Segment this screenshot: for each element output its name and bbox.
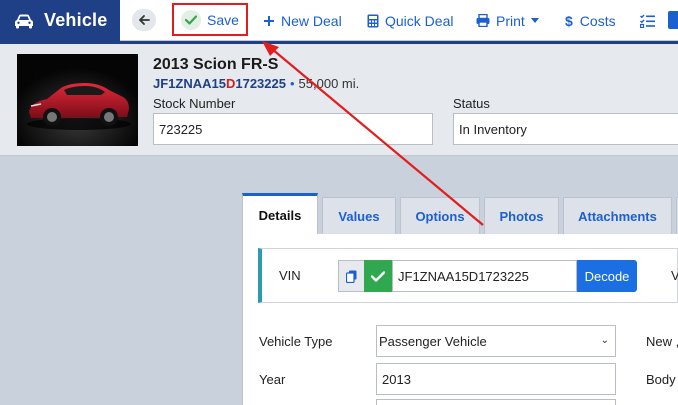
- car-photo-image: [17, 54, 138, 146]
- dollar-icon: $: [565, 12, 573, 29]
- tab-photos[interactable]: Photos: [484, 197, 559, 235]
- new-label: New ,: [646, 334, 678, 349]
- copy-icon: [346, 270, 357, 283]
- brand-header: Vehicle: [0, 0, 120, 41]
- arrow-left-icon: [139, 15, 150, 25]
- vehicle-vin-link[interactable]: JF1ZNAA15D1723225: [153, 76, 286, 91]
- tab-attachments[interactable]: Attachments: [563, 197, 672, 235]
- vehicle-subtitle: JF1ZNAA15D1723225 • 55,000 mi.: [153, 76, 359, 91]
- vehicle-tabs: Details Values Options Photos Attachment…: [242, 193, 678, 235]
- vehicle-header: 2013 Scion FR-S JF1ZNAA15D1723225 • 55,000…: [0, 44, 678, 156]
- body-label: Body: [646, 372, 676, 387]
- new-deal-label: New Deal: [281, 12, 342, 29]
- vehicle-photo[interactable]: [17, 54, 138, 146]
- car-icon: [15, 14, 33, 28]
- stock-number-label: Stock Number: [153, 96, 236, 111]
- costs-label: Costs: [579, 12, 616, 29]
- check-icon: [371, 270, 385, 282]
- tab-values[interactable]: Values: [322, 197, 396, 235]
- chevron-down-icon: ⌄: [600, 335, 609, 346]
- vin-valid-indicator[interactable]: [364, 260, 392, 292]
- plus-icon: [264, 15, 274, 26]
- next-field-input[interactable]: [376, 399, 616, 405]
- vin-input[interactable]: JF1ZNAA15D1723225: [392, 260, 577, 292]
- status-label: Status: [453, 96, 490, 111]
- checklist-button[interactable]: [640, 0, 662, 41]
- back-button[interactable]: [132, 9, 156, 31]
- copy-button[interactable]: [338, 260, 364, 292]
- vin-highlight: D: [225, 76, 236, 91]
- vehicle-title: 2013 Scion FR-S: [153, 56, 279, 73]
- calculator-icon: [367, 14, 379, 27]
- overflow-icon[interactable]: [668, 11, 678, 29]
- vin-label: VIN: [279, 268, 301, 283]
- vehicle-type-label: Vehicle Type: [259, 334, 333, 349]
- decode-button[interactable]: Decode: [577, 260, 637, 292]
- vehicle-type-value: Passenger Vehicle: [379, 334, 487, 349]
- quick-deal-button[interactable]: Quick Deal: [367, 0, 453, 41]
- vehicle-mileage: 55,000 mi.: [298, 76, 360, 91]
- save-label: Save: [207, 11, 239, 28]
- costs-button[interactable]: $ Costs: [565, 0, 616, 41]
- status-field[interactable]: In Inventory: [453, 113, 678, 145]
- print-menu-button[interactable]: Print: [476, 0, 539, 41]
- right-cut-label: V: [671, 268, 678, 283]
- vin-suffix: 1723225: [235, 76, 286, 91]
- vin-prefix: JF1ZNAA15: [153, 76, 226, 91]
- new-deal-button[interactable]: New Deal: [263, 0, 342, 41]
- checklist-icon: [640, 14, 655, 28]
- separator-dot: •: [289, 76, 295, 91]
- caret-down-icon: [530, 18, 539, 23]
- check-circle-icon: [181, 9, 202, 30]
- stock-number-input[interactable]: 723225: [153, 113, 433, 145]
- tab-details[interactable]: Details: [242, 193, 318, 235]
- printer-icon: [476, 14, 490, 27]
- year-input[interactable]: 2013: [376, 363, 616, 395]
- tab-options[interactable]: Options: [400, 197, 480, 235]
- brand-title: Vehicle: [44, 10, 108, 30]
- year-label: Year: [259, 372, 286, 387]
- save-button[interactable]: Save: [172, 3, 248, 36]
- vehicle-type-select[interactable]: Passenger Vehicle ⌄: [376, 325, 616, 357]
- quick-deal-label: Quick Deal: [385, 12, 454, 29]
- print-label: Print: [496, 12, 525, 29]
- top-toolbar: Vehicle Save New Deal Quick Deal Print $…: [0, 0, 678, 41]
